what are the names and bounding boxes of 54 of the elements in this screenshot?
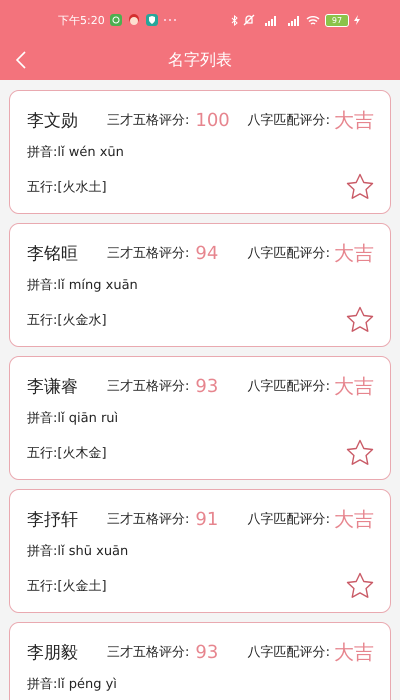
score-value: 93 bbox=[195, 376, 220, 396]
name-text: 李朋毅 bbox=[27, 642, 79, 664]
name-card[interactable]: 李铭晅 三才五格评分: 94 八字匹配评分: 大吉 拼音:lǐ míng xuān 五行:[火金水] bbox=[9, 223, 391, 347]
wuxing-text: 五行:[火金土] bbox=[27, 578, 107, 594]
bazi-value: 大吉 bbox=[334, 106, 374, 134]
score-value: 94 bbox=[195, 242, 220, 264]
wuxing-text: 五行:[火水土] bbox=[27, 178, 107, 196]
bazi-label: 八字匹配评分: bbox=[248, 378, 330, 395]
pinyin-text: 拼音:lǐ qiān ruì bbox=[27, 410, 120, 427]
name-card[interactable]: 李谦睿 三才五格评分: 93 八字匹配评分: 大吉 拼音:lǐ qiān ruì 五行:[火木金] bbox=[9, 356, 391, 480]
app-icon bbox=[110, 14, 122, 26]
name-text: 李铭晅 bbox=[27, 242, 79, 264]
more-dots-icon bbox=[162, 18, 177, 22]
bazi-value: 大吉 bbox=[334, 506, 374, 532]
bazi-value: 大吉 bbox=[334, 372, 374, 400]
bazi-value: 大吉 bbox=[334, 638, 374, 666]
score-value: 100 bbox=[195, 110, 231, 130]
pinyin-text: 拼音:lǐ shū xuān bbox=[27, 543, 130, 560]
status-time: 下午5:20 bbox=[58, 12, 105, 28]
name-text: 李谦睿 bbox=[27, 376, 79, 398]
bazi-label: 八字匹配评分: bbox=[248, 245, 330, 262]
score-label: 三才五格评分: bbox=[107, 112, 190, 129]
wuxing-text: 五行:[火木金] bbox=[27, 444, 107, 462]
cartoon-app-icon bbox=[126, 13, 141, 27]
name-card[interactable]: 李文勋 三才五格评分: 100 八字匹配评分: 大吉 拼音:lǐ wén xūn 五行:[火水土] bbox=[9, 90, 391, 214]
score-value: 93 bbox=[195, 642, 220, 662]
score-label: 三才五格评分: bbox=[107, 644, 190, 661]
score-label: 三才五格评分: bbox=[107, 378, 190, 395]
star-icon[interactable] bbox=[346, 306, 374, 333]
bazi-label: 八字匹配评分: bbox=[248, 644, 330, 661]
shield-app-icon bbox=[146, 14, 158, 26]
score-label: 三才五格评分: bbox=[107, 511, 190, 528]
pinyin-text: 拼音:lǐ míng xuān bbox=[27, 277, 139, 294]
name-text: 李抒轩 bbox=[27, 508, 79, 530]
wuxing-text: 五行:[火金水] bbox=[27, 312, 107, 328]
score-label: 三才五格评分: bbox=[107, 245, 190, 262]
score-value: 91 bbox=[195, 508, 220, 530]
star-icon[interactable] bbox=[346, 572, 374, 599]
name-text: 李文勋 bbox=[27, 110, 79, 132]
name-card[interactable]: 李抒轩 三才五格评分: 91 八字匹配评分: 大吉 拼音:lǐ shū xuān 五行:[火金土] bbox=[9, 489, 391, 613]
star-icon[interactable] bbox=[346, 439, 374, 466]
charging-icon bbox=[354, 15, 360, 25]
pinyin-text: 拼音:lǐ péng yì bbox=[27, 676, 118, 693]
battery-icon: 97 bbox=[325, 14, 349, 26]
back-chevron-icon bbox=[16, 51, 26, 69]
name-card[interactable]: 李朋毅 三才五格评分: 93 八字匹配评分: 大吉 拼音:lǐ péng yì bbox=[9, 622, 391, 700]
bluetooth-icon bbox=[231, 14, 238, 26]
bazi-value: 大吉 bbox=[334, 240, 374, 266]
star-icon[interactable] bbox=[346, 173, 374, 200]
bazi-label: 八字匹配评分: bbox=[248, 112, 330, 129]
pinyin-text: 拼音:lǐ wén xūn bbox=[27, 144, 125, 161]
page-title: 名字列表 bbox=[168, 50, 232, 70]
bazi-label: 八字匹配评分: bbox=[248, 511, 330, 528]
wifi-icon bbox=[306, 14, 320, 26]
